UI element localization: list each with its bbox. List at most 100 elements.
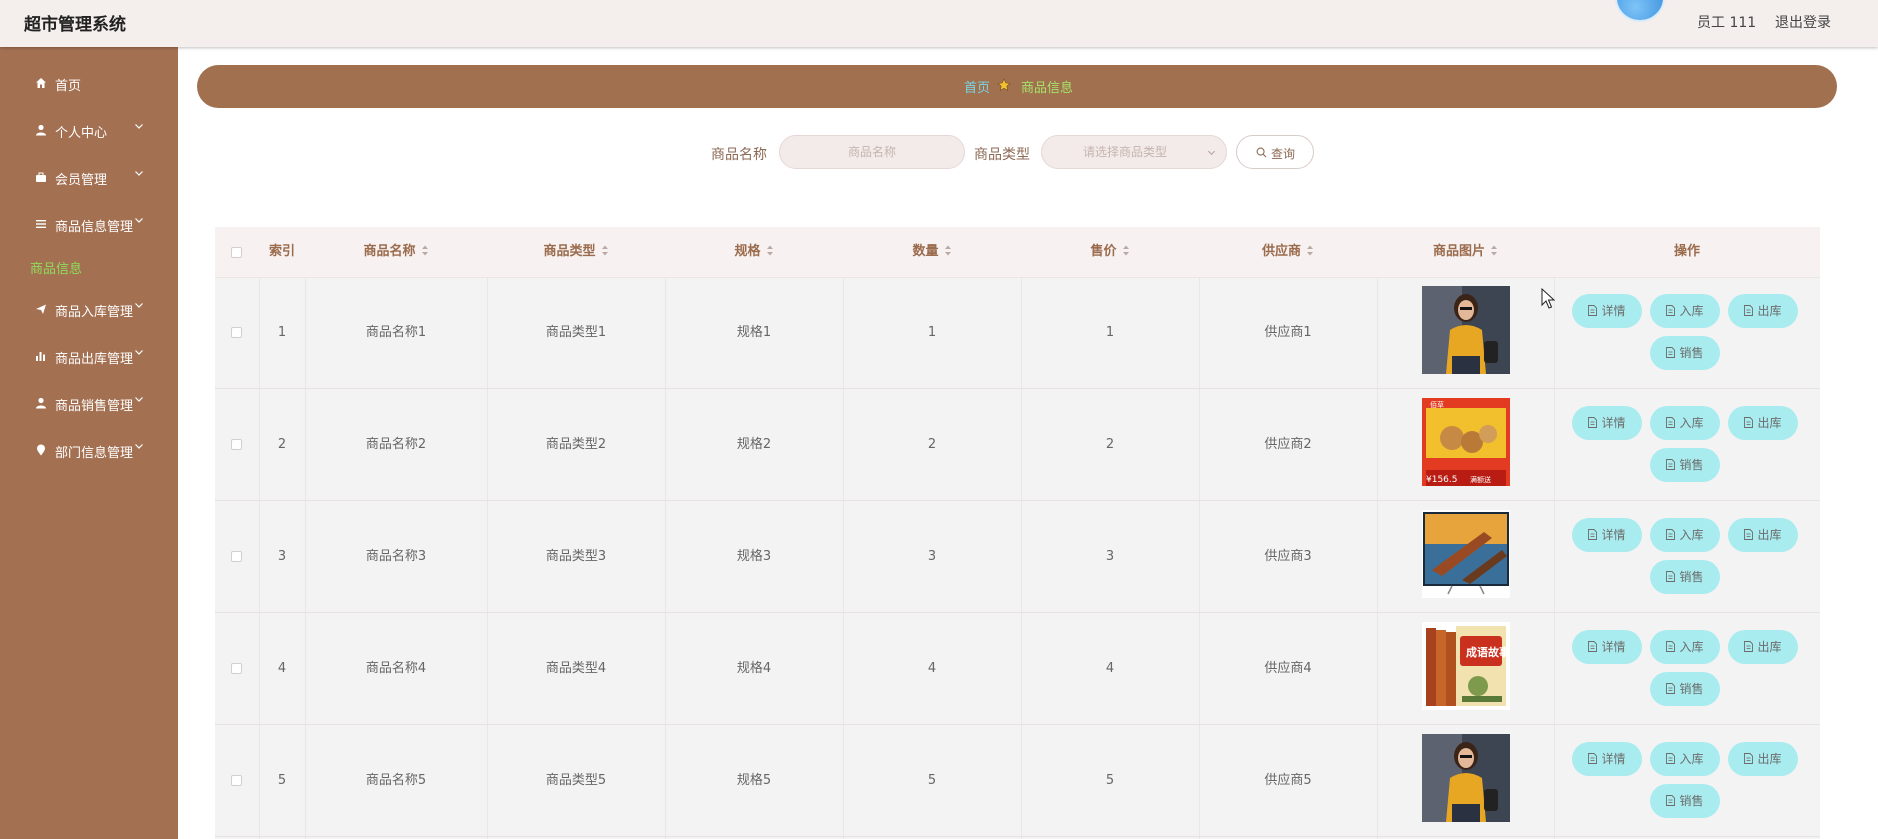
product-table: 索引 商品名称 商品类型 规格 数量 售价 供应商 商品图片 操作 1 商品名称… — [215, 227, 1820, 839]
cell-price: 4 — [1105, 661, 1115, 676]
chevron-down-icon — [135, 350, 143, 355]
document-icon — [1666, 571, 1676, 582]
sell-button[interactable]: 销售 — [1650, 448, 1720, 482]
breadcrumb-home-link[interactable]: 首页 — [964, 77, 990, 96]
stock-in-button[interactable]: 入库 — [1650, 630, 1720, 664]
sell-button-label: 销售 — [1679, 346, 1704, 360]
document-icon — [1588, 529, 1598, 540]
sell-button[interactable]: 销售 — [1650, 560, 1720, 594]
sidebar-item-label: 商品销售管理 — [55, 399, 134, 414]
product-type-select[interactable]: 请选择商品类型 — [1041, 135, 1227, 169]
sidebar-item-departments[interactable]: 部门信息管理 — [0, 433, 178, 469]
column-header-supplier[interactable]: 供应商 — [1199, 227, 1377, 277]
detail-button-label: 详情 — [1601, 752, 1626, 766]
row-checkbox[interactable] — [231, 663, 242, 674]
stock-out-button[interactable]: 出库 — [1728, 406, 1798, 440]
page-scrollbar[interactable] — [1862, 47, 1878, 839]
product-image-woman[interactable] — [1422, 734, 1510, 822]
sidebar-item-sales[interactable]: 商品销售管理 — [0, 386, 178, 422]
cell-spec: 规格5 — [736, 773, 772, 788]
sort-icon — [421, 245, 428, 256]
document-icon — [1744, 641, 1754, 652]
avatar[interactable] — [1615, 0, 1665, 22]
document-icon — [1666, 417, 1676, 428]
cell-index: 4 — [277, 661, 287, 676]
column-header-name[interactable]: 商品名称 — [305, 227, 487, 277]
table-header: 索引 商品名称 商品类型 规格 数量 售价 供应商 商品图片 操作 — [215, 227, 1820, 278]
row-checkbox[interactable] — [231, 439, 242, 450]
product-image-woman[interactable] — [1422, 286, 1510, 374]
stock-in-button[interactable]: 入库 — [1650, 742, 1720, 776]
product-name-input[interactable]: 商品名称 — [779, 135, 965, 169]
cell-quantity: 4 — [927, 661, 937, 676]
sidebar-item-stock-out[interactable]: 商品出库管理 — [0, 339, 178, 375]
stock-in-button-label: 入库 — [1679, 304, 1704, 318]
product-image-tv[interactable] — [1422, 510, 1510, 598]
search-button[interactable]: 查询 — [1236, 135, 1314, 169]
sidebar-item-stock-in[interactable]: 商品入库管理 — [0, 292, 178, 328]
sort-icon — [1491, 245, 1497, 256]
column-header-spec[interactable]: 规格 — [665, 227, 843, 277]
row-checkbox[interactable] — [231, 327, 242, 338]
stock-out-button[interactable]: 出库 — [1728, 742, 1798, 776]
top-bar: 超市管理系统 员工 111 退出登录 — [0, 0, 1878, 47]
sell-button[interactable]: 销售 — [1650, 784, 1720, 818]
sidebar-item-label: 商品入库管理 — [55, 305, 134, 320]
bar-chart-icon — [35, 350, 47, 362]
briefcase-icon — [35, 171, 47, 183]
document-icon — [1666, 683, 1676, 694]
select-all-checkbox[interactable] — [231, 247, 242, 258]
sidebar-item-personal[interactable]: 个人中心 — [0, 113, 178, 149]
stock-in-button-label: 入库 — [1679, 752, 1704, 766]
detail-button-label: 详情 — [1601, 304, 1626, 318]
sidebar-item-label: 部门信息管理 — [55, 446, 134, 461]
cell-price: 3 — [1105, 549, 1115, 564]
stock-out-button[interactable]: 出库 — [1728, 630, 1798, 664]
sidebar-item-product-info[interactable]: 商品信息管理 — [0, 207, 178, 243]
stock-in-button[interactable]: 入库 — [1650, 406, 1720, 440]
stock-in-button[interactable]: 入库 — [1650, 518, 1720, 552]
document-icon — [1666, 305, 1676, 316]
logout-link[interactable]: 退出登录 — [1775, 12, 1831, 32]
column-header-quantity[interactable]: 数量 — [843, 227, 1021, 277]
sidebar-item-members[interactable]: 会员管理 — [0, 160, 178, 196]
table-row: 1 商品名称1 商品类型1 规格1 1 1 供应商1 详情 入库 出库 销售 — [215, 277, 1820, 389]
cell-spec: 规格2 — [736, 437, 772, 452]
sidebar-item-home[interactable]: 首页 — [0, 66, 178, 102]
column-header-image[interactable]: 商品图片 — [1377, 227, 1554, 277]
detail-button[interactable]: 详情 — [1572, 742, 1642, 776]
cell-name: 商品名称2 — [365, 437, 427, 452]
stock-out-button[interactable]: 出库 — [1728, 518, 1798, 552]
detail-button[interactable]: 详情 — [1572, 518, 1642, 552]
snack-brand-text: 佰草 — [1430, 400, 1444, 409]
row-checkbox[interactable] — [231, 551, 242, 562]
product-image-book-set[interactable]: 成语故事 — [1422, 622, 1510, 710]
cell-quantity: 3 — [927, 549, 937, 564]
detail-button[interactable]: 详情 — [1572, 406, 1642, 440]
cell-spec: 规格1 — [736, 325, 772, 340]
stock-out-button[interactable]: 出库 — [1728, 294, 1798, 328]
column-header-type[interactable]: 商品类型 — [487, 227, 665, 277]
sell-button[interactable]: 销售 — [1650, 336, 1720, 370]
send-icon — [35, 303, 47, 315]
sidebar-subitem-product-info[interactable]: 商品信息 — [30, 258, 82, 277]
table-row: 5 商品名称5 商品类型5 规格5 5 5 供应商5 详情 入库 出库 销售 — [215, 725, 1820, 837]
sell-button[interactable]: 销售 — [1650, 672, 1720, 706]
cell-quantity: 5 — [927, 773, 937, 788]
column-header-price[interactable]: 售价 — [1021, 227, 1199, 277]
cell-spec: 规格4 — [736, 661, 772, 676]
cell-type: 商品类型2 — [545, 437, 607, 452]
cell-supplier: 供应商5 — [1264, 773, 1312, 788]
detail-button[interactable]: 详情 — [1572, 294, 1642, 328]
document-icon — [1588, 753, 1598, 764]
column-header-label: 商品图片 — [1432, 244, 1485, 259]
stock-in-button[interactable]: 入库 — [1650, 294, 1720, 328]
search-button-label: 查询 — [1271, 147, 1296, 161]
sell-button-label: 销售 — [1679, 570, 1704, 584]
detail-button[interactable]: 详情 — [1572, 630, 1642, 664]
row-checkbox[interactable] — [231, 775, 242, 786]
product-image-snack-box[interactable]: 佰草 ¥156.5 满额送 — [1422, 398, 1510, 486]
cell-name: 商品名称5 — [365, 773, 427, 788]
stock-in-button-label: 入库 — [1679, 528, 1704, 542]
chevron-down-icon — [135, 124, 143, 129]
